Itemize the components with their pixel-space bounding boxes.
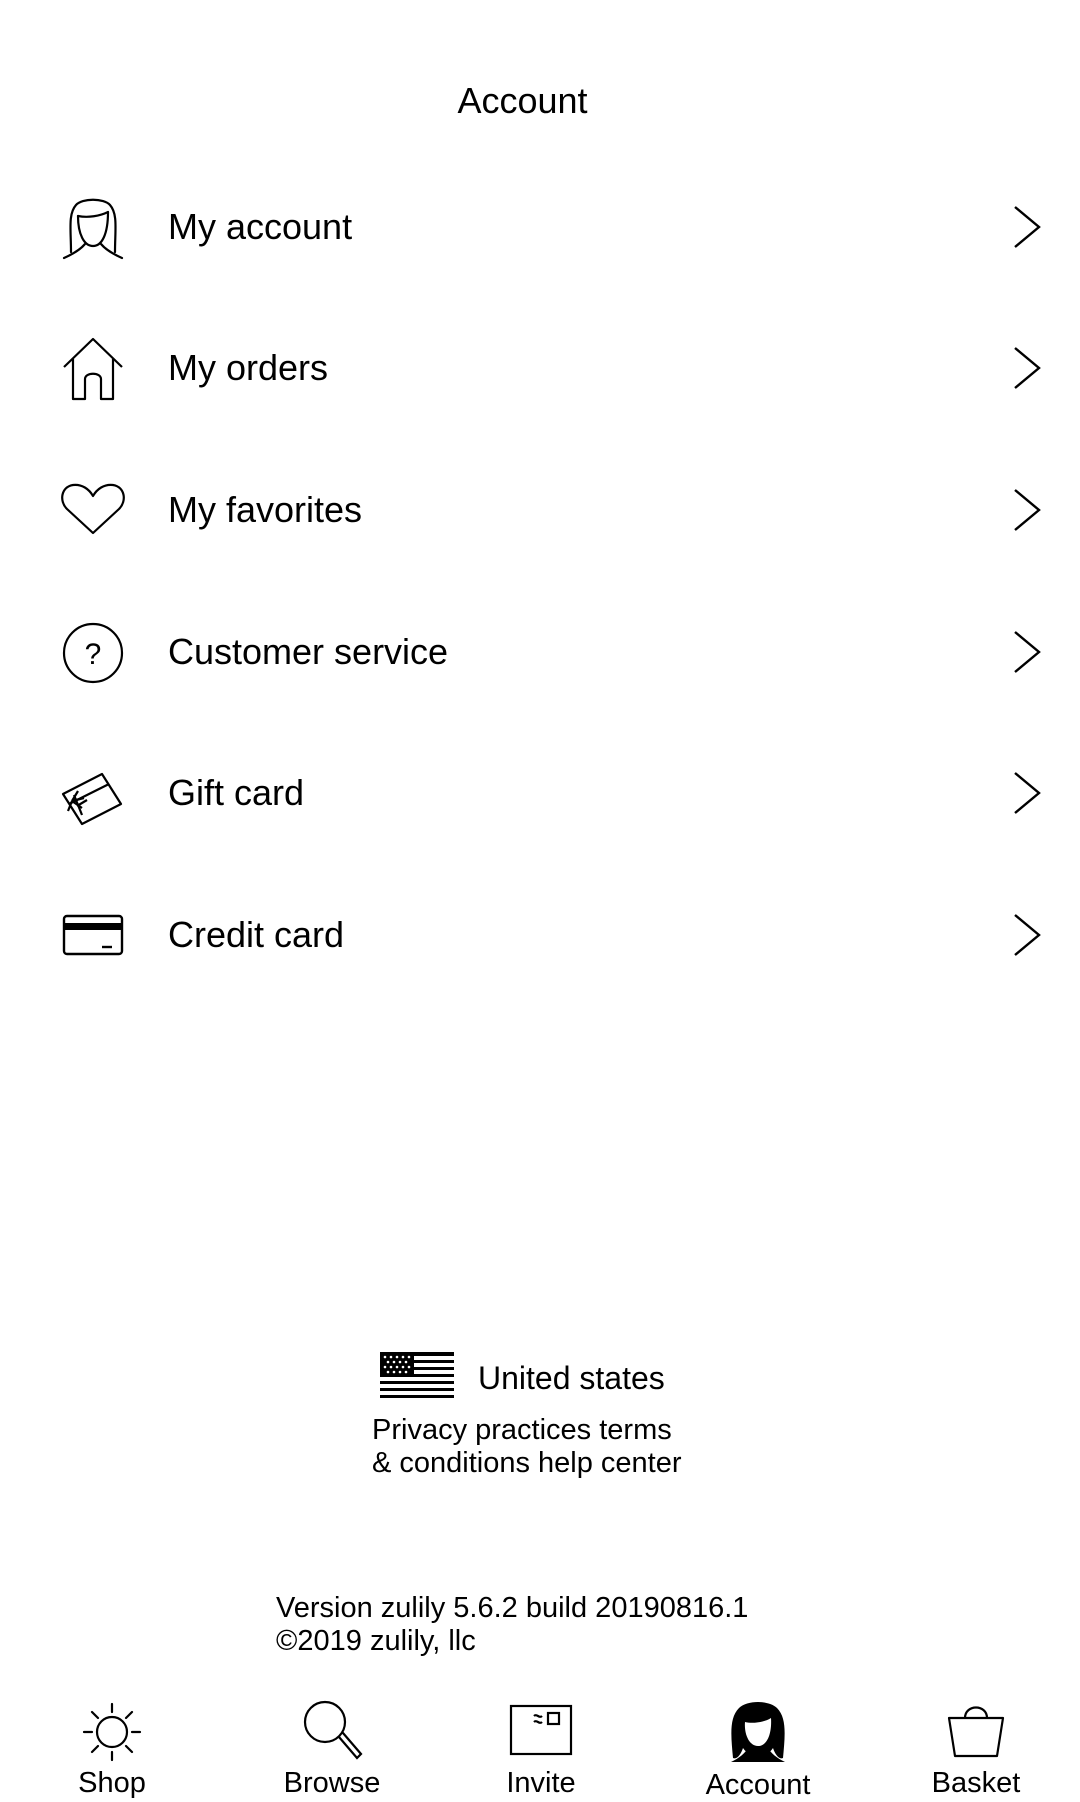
version-text: Version zulily 5.6.2 build 20190816.1 [276,1592,749,1624]
woman-silhouette-icon [723,1698,793,1764]
sun-icon [77,1698,147,1764]
menu-item-label: My account [168,206,353,247]
us-flag-icon [380,1352,454,1402]
menu-item-label: My favorites [168,489,363,530]
version-info: Version zulily 5.6.2 build 20190816.1 ©2… [276,1592,748,1658]
heart-icon [58,475,128,545]
chevron-right-icon [1010,912,1044,958]
tab-label: Shop [78,1767,146,1799]
credit-card-icon [58,900,128,970]
question-circle-icon: ? [58,617,128,687]
chevron-right-icon [1010,770,1044,816]
chevron-right-icon [1010,204,1044,250]
tab-label: Invite [506,1767,576,1799]
menu-item-label: Credit card [168,914,345,955]
country-name: United states [478,1360,665,1396]
tab-account[interactable]: Account [658,1690,858,1801]
tab-label: Basket [931,1767,1021,1799]
menu-item-customer-service[interactable]: ? Customer service [0,597,1080,707]
menu-item-label: Gift card [168,772,305,813]
menu-item-credit-card[interactable]: Credit card [0,880,1080,990]
menu-item-my-account[interactable]: My account [0,172,1080,282]
shopping-bag-icon [941,1698,1011,1764]
copyright-text: ©2019 zulily, llc [276,1625,476,1657]
menu-item-my-orders[interactable]: My orders [0,313,1080,423]
footer-links[interactable]: Privacy practices terms & conditions hel… [372,1414,682,1480]
menu-item-gift-card[interactable]: Gift card [0,738,1080,848]
menu-item-my-favorites[interactable]: My favorites [0,455,1080,565]
footer-links-line-2[interactable]: & conditions help center [372,1447,682,1480]
woman-face-icon [58,192,128,262]
tab-shop[interactable]: Shop [12,1690,212,1800]
bottom-tab-bar: Shop Browse Invite Account Basket [0,1690,1080,1801]
tab-label: Browse [283,1767,381,1799]
page-title: Account [457,80,588,121]
menu-item-label: My orders [168,347,329,388]
tab-basket[interactable]: Basket [876,1690,1076,1800]
envelope-icon [506,1698,576,1764]
svg-text:?: ? [85,638,102,671]
footer-links-line-1[interactable]: Privacy practices terms [372,1414,682,1447]
house-icon [58,333,128,403]
chevron-right-icon [1010,487,1044,533]
menu-item-label: Customer service [168,631,449,672]
tab-invite[interactable]: Invite [441,1690,641,1800]
gift-card-icon [58,758,128,828]
magnifier-icon [297,1698,367,1764]
chevron-right-icon [1010,629,1044,675]
tab-browse[interactable]: Browse [232,1690,432,1800]
tab-label: Account [705,1769,811,1801]
chevron-right-icon [1010,345,1044,391]
